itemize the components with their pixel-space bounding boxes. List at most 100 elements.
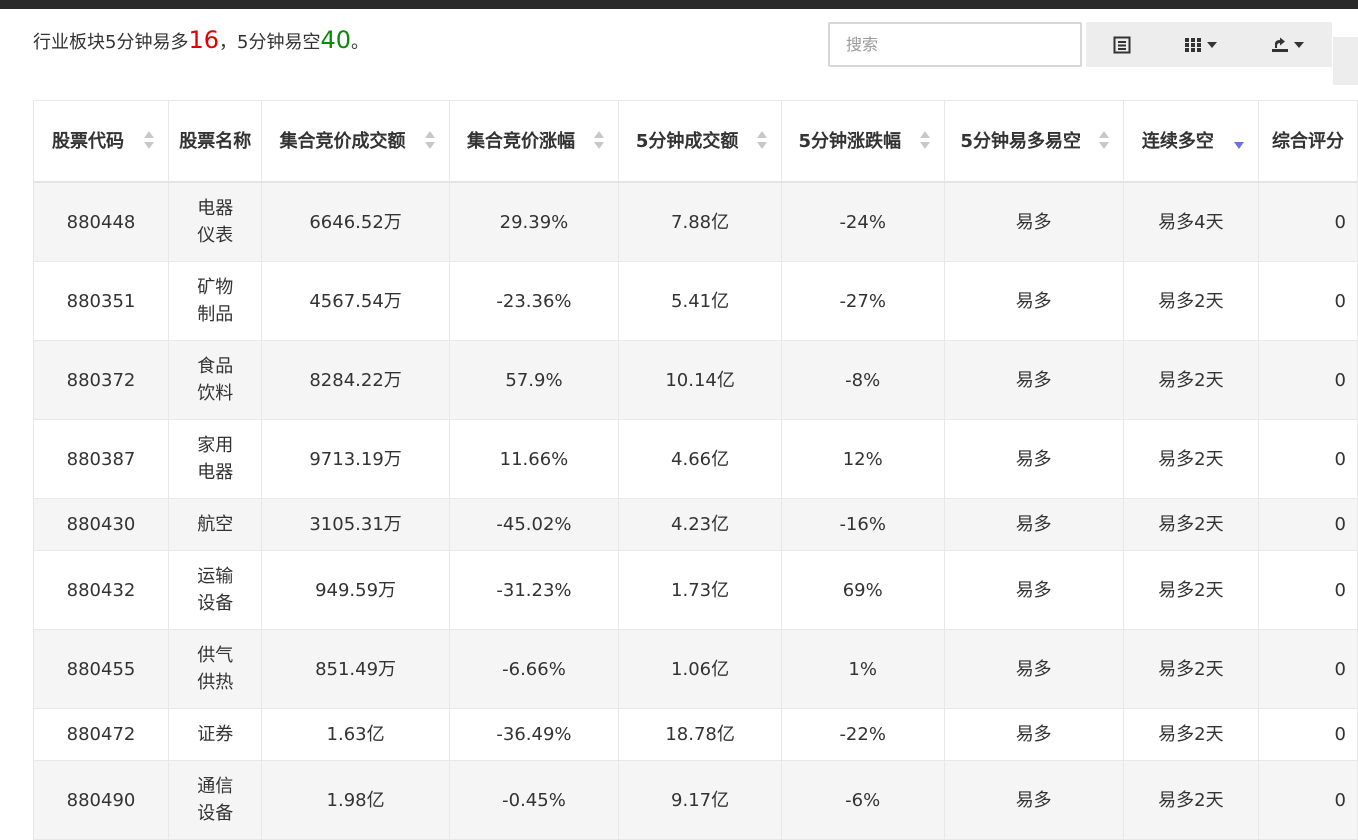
cell-auction-change: -6.66% [448,629,620,709]
cell-auction-amount: 851.49万 [261,629,450,709]
column-header-name[interactable]: 股票名称 [168,100,263,183]
cell-streak: 易多4天 [1122,181,1259,262]
cell-5min-change: -16% [780,498,945,551]
list-view-icon [1113,36,1131,53]
table-row[interactable]: 880472 证券 1.63亿 -36.49% 18.78亿 -22% 易多 易… [32,708,1358,761]
cell-name: 通信设备 [168,760,263,840]
sort-icon [424,131,435,151]
cell-auction-amount: 1.98亿 [261,760,450,840]
cell-5min-signal: 易多 [943,419,1124,499]
cell-5min-amount: 10.14亿 [618,340,782,420]
cell-5min-signal: 易多 [943,181,1124,262]
cell-streak: 易多2天 [1122,550,1259,630]
cell-5min-change: 1% [780,629,945,709]
cell-code: 880432 [32,550,170,630]
column-header-code[interactable]: 股票代码 [32,100,170,183]
sort-icon [919,131,930,151]
cell-5min-amount: 9.17亿 [618,760,782,840]
short-count: 40 [320,26,351,54]
cell-streak: 易多2天 [1122,419,1259,499]
table-header-row: 股票代码 股票名称 集合竞价成交额 集合竞价涨幅 5分钟成交额 5分钟涨跌幅 5… [32,100,1358,183]
cell-auction-change: 29.39% [448,181,620,262]
search-input[interactable] [828,22,1082,67]
chevron-down-icon [1293,41,1304,48]
cell-streak: 易多2天 [1122,498,1259,551]
cell-5min-change: 12% [780,419,945,499]
cell-auction-amount: 3105.31万 [261,498,450,551]
sort-icon [144,131,155,151]
cell-code: 880351 [32,261,170,341]
column-header-streak[interactable]: 连续多空 [1122,100,1259,183]
table-row[interactable]: 880490 通信设备 1.98亿 -0.45% 9.17亿 -6% 易多 易多… [32,760,1358,840]
table-row[interactable]: 880351 矿物制品 4567.54万 -23.36% 5.41亿 -27% … [32,261,1358,341]
columns-dropdown-button[interactable] [1158,22,1242,67]
cell-streak: 易多2天 [1122,340,1259,420]
cell-auction-amount: 8284.22万 [261,340,450,420]
cell-streak: 易多2天 [1122,708,1259,761]
cell-name: 家用电器 [168,419,263,499]
cell-5min-signal: 易多 [943,550,1124,630]
cell-code: 880372 [32,340,170,420]
sort-icon [1098,131,1109,151]
cell-name: 矿物制品 [168,261,263,341]
cell-5min-signal: 易多 [943,760,1124,840]
table-row[interactable]: 880387 家用电器 9713.19万 11.66% 4.66亿 12% 易多… [32,419,1358,499]
cell-score: 0 [1257,261,1358,341]
export-dropdown-button[interactable] [1242,22,1332,67]
list-view-button[interactable] [1086,22,1158,67]
data-table: 股票代码 股票名称 集合竞价成交额 集合竞价涨幅 5分钟成交额 5分钟涨跌幅 5… [32,100,1358,840]
cell-score: 0 [1257,181,1358,262]
cell-5min-change: -6% [780,760,945,840]
toolbar-button-group [1086,22,1332,67]
cell-score: 0 [1257,340,1358,420]
table-row[interactable]: 880430 航空 3105.31万 -45.02% 4.23亿 -16% 易多… [32,498,1358,551]
cell-code: 880490 [32,760,170,840]
cell-streak: 易多2天 [1122,261,1259,341]
cell-auction-change: -45.02% [448,498,620,551]
summary-text: 行业板块5分钟易多16，5分钟易空40。 [33,26,369,54]
cell-5min-signal: 易多 [943,340,1124,420]
column-header-5min-change[interactable]: 5分钟涨跌幅 [780,100,945,183]
sort-icon [594,131,605,151]
cell-auction-amount: 1.63亿 [261,708,450,761]
cell-score: 0 [1257,419,1358,499]
cell-auction-amount: 9713.19万 [261,419,450,499]
table-row[interactable]: 880432 运输设备 949.59万 -31.23% 1.73亿 69% 易多… [32,550,1358,630]
cell-code: 880387 [32,419,170,499]
cell-auction-change: -36.49% [448,708,620,761]
cell-5min-signal: 易多 [943,629,1124,709]
cell-auction-amount: 6646.52万 [261,181,450,262]
side-toggle-button[interactable] [1333,37,1358,85]
cell-auction-change: -23.36% [448,261,620,341]
column-header-5min-amount[interactable]: 5分钟成交额 [618,100,782,183]
cell-5min-amount: 7.88亿 [618,181,782,262]
table-row[interactable]: 880448 电器仪表 6646.52万 29.39% 7.88亿 -24% 易… [32,181,1358,262]
cell-code: 880472 [32,708,170,761]
cell-auction-change: -0.45% [448,760,620,840]
cell-5min-change: -24% [780,181,945,262]
cell-code: 880455 [32,629,170,709]
chevron-down-icon [1206,41,1217,48]
column-header-auction-amount[interactable]: 集合竞价成交额 [261,100,450,183]
sort-icon [756,131,767,151]
cell-code: 880448 [32,181,170,262]
cell-5min-amount: 18.78亿 [618,708,782,761]
sort-desc-icon [1233,131,1244,151]
summary-middle: ，5分钟易空 [219,32,321,53]
cell-name: 航空 [168,498,263,551]
cell-5min-change: -27% [780,261,945,341]
cell-5min-amount: 4.23亿 [618,498,782,551]
cell-streak: 易多2天 [1122,760,1259,840]
column-header-auction-change[interactable]: 集合竞价涨幅 [448,100,620,183]
cell-score: 0 [1257,550,1358,630]
column-header-score[interactable]: 综合评分 [1257,100,1358,183]
summary-suffix: 。 [351,32,369,53]
cell-score: 0 [1257,708,1358,761]
column-header-5min-signal[interactable]: 5分钟易多易空 [943,100,1124,183]
cell-5min-change: -8% [780,340,945,420]
cell-auction-amount: 949.59万 [261,550,450,630]
table-row[interactable]: 880372 食品饮料 8284.22万 57.9% 10.14亿 -8% 易多… [32,340,1358,420]
cell-name: 运输设备 [168,550,263,630]
cell-streak: 易多2天 [1122,629,1259,709]
table-row[interactable]: 880455 供气供热 851.49万 -6.66% 1.06亿 1% 易多 易… [32,629,1358,709]
